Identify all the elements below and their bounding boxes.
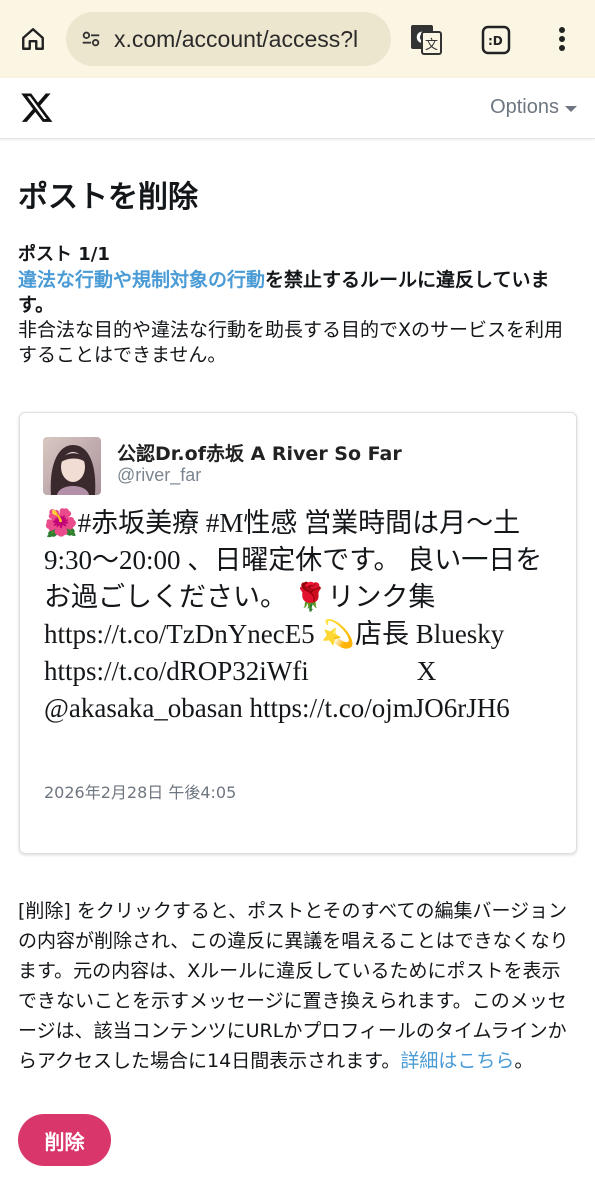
svg-text:文: 文 xyxy=(425,38,438,53)
tweet-timestamp: 2026年2月28日 午後4:05 xyxy=(44,783,237,802)
browser-toolbar: x.com/account/access?l G 文 :D xyxy=(0,0,595,78)
address-bar[interactable]: x.com/account/access?l xyxy=(66,12,391,66)
options-dropdown[interactable]: Options xyxy=(490,96,577,119)
tab-switcher-label: :D xyxy=(488,34,503,48)
violation-summary: 違法な行動や規制対象の行動を禁止するルールに違反しています。 xyxy=(18,268,578,318)
options-label: Options xyxy=(490,96,559,118)
site-header: Options xyxy=(0,78,595,139)
tweet-text: 🌺#赤坂美療 #M性感 営業時間は月〜土 9:30〜20:00 、日曜定休です。… xyxy=(44,508,543,723)
url-text: x.com/account/access?l xyxy=(114,25,359,52)
page-title: ポストを削除 xyxy=(18,180,198,215)
user-handle[interactable]: @river_far xyxy=(117,465,201,486)
tune-icon[interactable] xyxy=(78,26,104,52)
tab-switcher-icon[interactable]: :D xyxy=(480,24,512,56)
delete-button[interactable]: 削除 xyxy=(18,1114,111,1166)
translate-icon[interactable]: G 文 xyxy=(408,22,444,58)
delete-explanation-end: 。 xyxy=(514,1050,534,1072)
avatar xyxy=(43,437,101,495)
violation-description: 非合法な目的や違法な行動を助長する目的でXのサービスを利用することはできません。 xyxy=(18,319,564,366)
tweet-card: 公認Dr.of赤坂 A River So Far @river_far 🌺#赤坂… xyxy=(19,412,577,854)
delete-explanation: [削除] をクリックすると、ポストとそのすべての編集バージョンの内容が削除され、… xyxy=(18,896,578,1076)
post-count: ポスト 1/1 xyxy=(18,244,110,265)
learn-more-link[interactable]: 詳細はこちら xyxy=(400,1050,514,1072)
delete-explanation-text: [削除] をクリックすると、ポストとそのすべての編集バージョンの内容が削除され、… xyxy=(18,900,569,1072)
display-name[interactable]: 公認Dr.of赤坂 A River So Far xyxy=(117,439,402,466)
home-icon[interactable] xyxy=(16,22,50,56)
more-vert-icon[interactable] xyxy=(548,22,576,56)
x-logo-icon[interactable] xyxy=(20,90,54,124)
rule-link[interactable]: 違法な行動や規制対象の行動 xyxy=(18,269,265,291)
caret-down-icon xyxy=(565,106,577,112)
